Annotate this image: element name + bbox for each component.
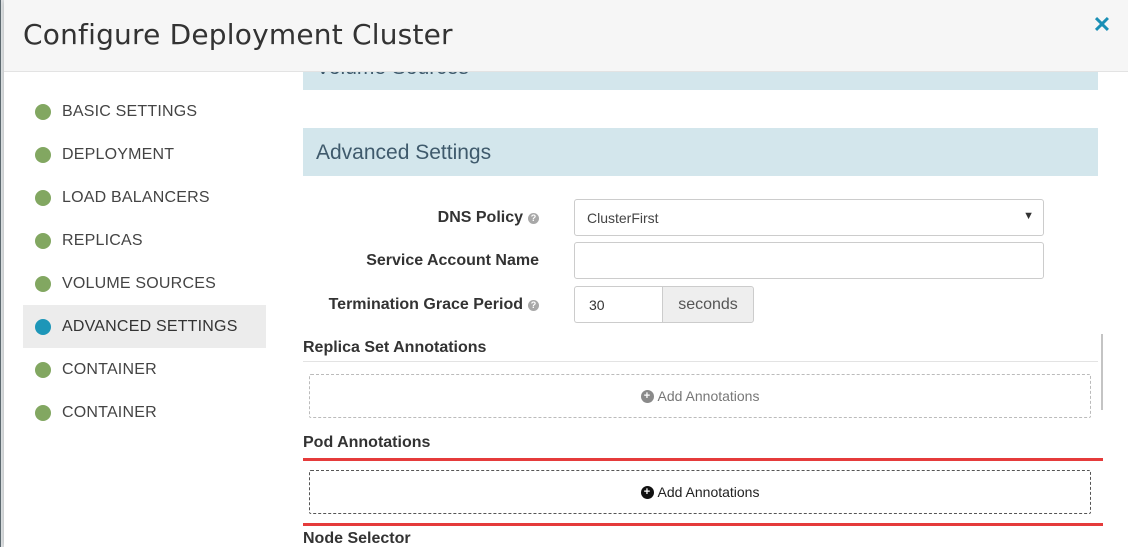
sidebar-item-label: LOAD BALANCERS xyxy=(62,188,210,206)
help-icon[interactable]: ? xyxy=(528,212,539,224)
sidebar-item-replicas[interactable]: REPLICAS xyxy=(23,219,266,262)
service-account-input[interactable] xyxy=(574,242,1044,279)
sidebar-item-container[interactable]: CONTAINER xyxy=(23,391,266,434)
status-dot-icon xyxy=(35,318,51,335)
termination-grace-input[interactable] xyxy=(574,286,662,323)
status-dot-icon xyxy=(35,361,51,378)
plus-circle-icon: + xyxy=(640,485,654,499)
modal-content: Volume Sources Advanced Settings DNS Pol… xyxy=(303,72,1103,547)
modal-header: Configure Deployment Cluster ✕ xyxy=(4,0,1128,72)
sidebar-item-advanced-settings[interactable]: ADVANCED SETTINGS xyxy=(23,305,266,348)
pod-annotations-heading: Pod Annotations xyxy=(303,434,431,451)
service-account-row: Service Account Name xyxy=(303,242,1103,280)
sidebar-item-label: VOLUME SOURCES xyxy=(62,274,216,292)
section-title: Volume Sources xyxy=(316,72,469,80)
content-scrollbar[interactable] xyxy=(1101,334,1103,410)
add-annotations-label: Add Annotations xyxy=(657,484,760,500)
help-icon[interactable]: ? xyxy=(528,299,539,311)
sidebar-item-label: BASIC SETTINGS xyxy=(62,102,198,120)
sidebar-item-volume-sources[interactable]: VOLUME SOURCES xyxy=(23,262,266,305)
replica-set-annotations-heading: Replica Set Annotations xyxy=(303,339,487,356)
sidebar-item-basic-settings[interactable]: BASIC SETTINGS xyxy=(23,90,266,133)
chevron-down-icon: ▼ xyxy=(1023,210,1034,222)
sidebar-item-container[interactable]: CONTAINER xyxy=(23,348,266,391)
sidebar-item-label: CONTAINER xyxy=(62,360,157,378)
sidebar-item-label: DEPLOYMENT xyxy=(62,145,175,163)
sidebar-item-label: REPLICAS xyxy=(62,231,143,249)
add-pod-annotations-button[interactable]: + Add Annotations xyxy=(309,470,1091,514)
sidebar-item-label: CONTAINER xyxy=(62,403,157,421)
service-account-label: Service Account Name xyxy=(366,252,539,270)
sidebar-item-load-balancers[interactable]: LOAD BALANCERS xyxy=(23,176,266,219)
status-dot-icon xyxy=(35,103,51,120)
modal-title: Configure Deployment Cluster xyxy=(23,18,453,51)
dns-policy-select[interactable]: ClusterFirst ▼ xyxy=(574,199,1044,236)
wizard-sidebar: BASIC SETTINGS DEPLOYMENT LOAD BALANCERS… xyxy=(23,90,266,434)
dns-policy-label-text: DNS Policy xyxy=(437,209,523,226)
section-advanced-settings[interactable]: Advanced Settings xyxy=(303,128,1098,176)
termination-grace-row: Termination Grace Period ? seconds xyxy=(303,286,1103,324)
dns-policy-row: DNS Policy ? ClusterFirst ▼ xyxy=(303,199,1103,237)
dns-policy-label: DNS Policy ? xyxy=(438,209,539,227)
status-dot-icon xyxy=(35,232,51,249)
sidebar-item-label: ADVANCED SETTINGS xyxy=(62,317,238,335)
termination-grace-label-text: Termination Grace Period xyxy=(328,296,523,313)
divider xyxy=(303,361,1098,362)
add-annotations-label: Add Annotations xyxy=(657,388,760,404)
close-icon[interactable]: ✕ xyxy=(1092,14,1112,36)
seconds-unit-addon: seconds xyxy=(662,286,754,323)
node-selector-heading: Node Selector xyxy=(303,530,411,547)
section-volume-sources[interactable]: Volume Sources xyxy=(303,72,1098,90)
plus-circle-icon: + xyxy=(640,389,654,403)
service-account-label-text: Service Account Name xyxy=(366,252,539,269)
configure-deployment-modal: Configure Deployment Cluster ✕ BASIC SET… xyxy=(4,0,1128,547)
termination-grace-label: Termination Grace Period ? xyxy=(329,296,539,314)
dns-policy-value: ClusterFirst xyxy=(587,210,659,226)
sidebar-item-deployment[interactable]: DEPLOYMENT xyxy=(23,133,266,176)
status-dot-icon xyxy=(35,404,51,421)
status-dot-icon xyxy=(35,275,51,292)
section-title: Advanced Settings xyxy=(316,141,492,164)
status-dot-icon xyxy=(35,189,51,206)
status-dot-icon xyxy=(35,146,51,163)
add-replica-set-annotations-button[interactable]: + Add Annotations xyxy=(309,374,1091,418)
